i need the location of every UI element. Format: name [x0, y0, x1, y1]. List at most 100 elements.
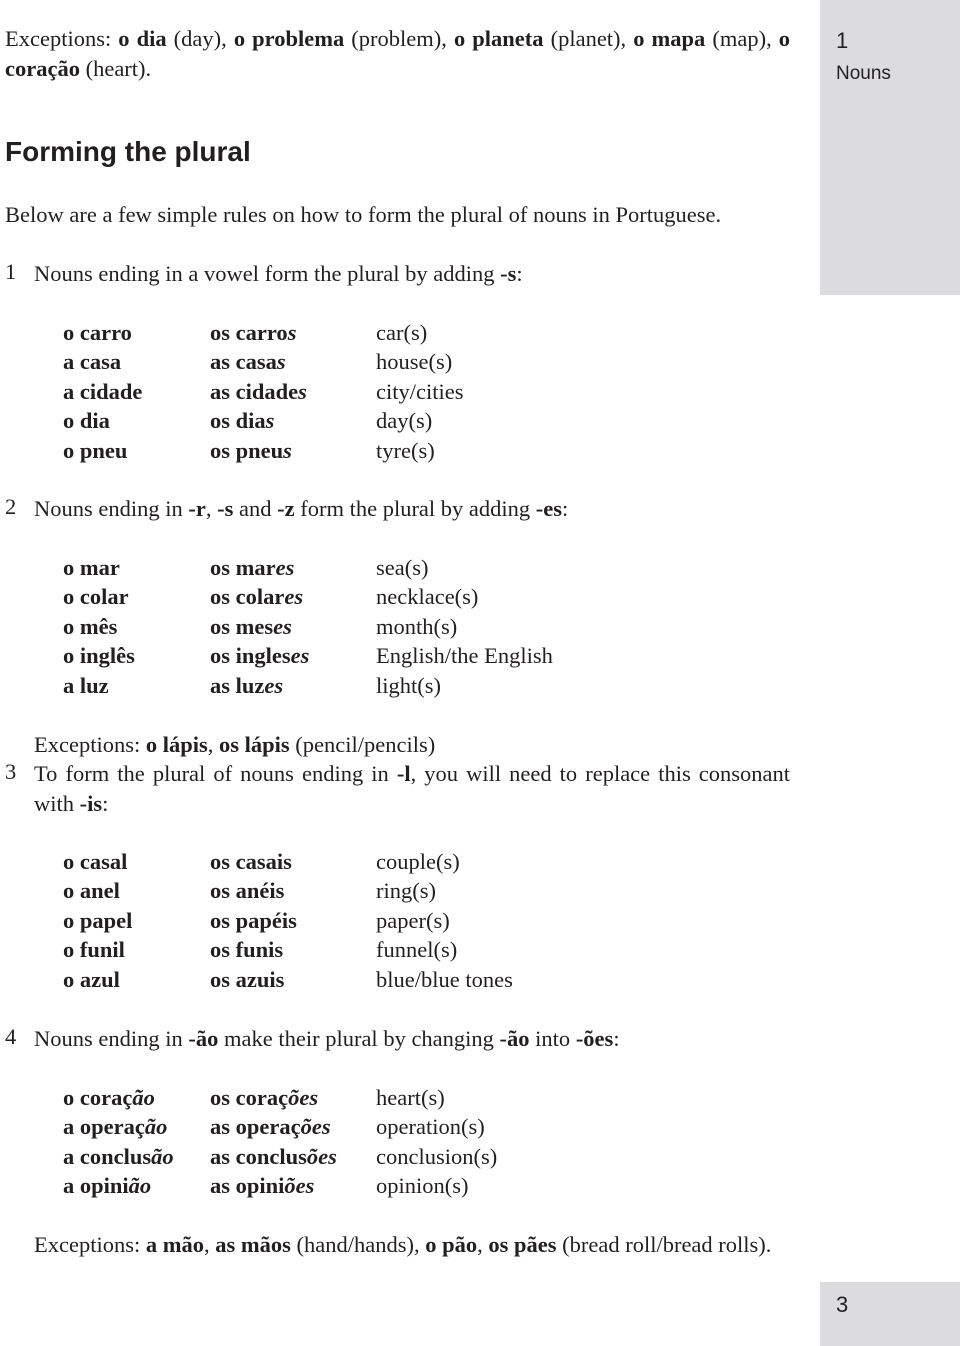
singular-form: o funil	[63, 937, 125, 963]
bold-term: o problema	[233, 26, 345, 51]
text-run: make their plural by changing	[218, 1026, 500, 1051]
text-run: Nouns ending in	[34, 496, 189, 521]
plural-form: as conclusões	[210, 1143, 337, 1169]
text-run: (heart).	[79, 55, 152, 81]
bold-term: -r	[188, 496, 206, 521]
plural-form: os mares	[210, 555, 295, 580]
table-row: a cidade as cidades city/cities	[63, 377, 463, 406]
text-run: To form the plural of nouns ending in	[34, 761, 397, 786]
table-row: o pneu os pneus tyre(s)	[63, 436, 463, 465]
chapter-name: Nouns	[836, 63, 891, 84]
bold-term: o dia	[118, 26, 167, 51]
table-row: o funil os funis funnel(s)	[63, 935, 513, 964]
plural-form: os corações	[210, 1085, 319, 1110]
plural-form: os meses	[210, 613, 292, 639]
english-translation: paper(s)	[376, 907, 450, 933]
english-translation: opinion(s)	[376, 1173, 469, 1199]
text-run: Nouns ending in	[34, 1026, 189, 1051]
plural-form: as cidades	[210, 378, 307, 404]
rule-4-text: Nouns ending in -ão make their plural by…	[34, 1024, 620, 1054]
table-row: o azul os azuis blue/blue tones	[63, 965, 513, 994]
text-run: :	[613, 1026, 620, 1051]
english-translation: ring(s)	[376, 878, 436, 904]
bold-term: o lápis	[145, 732, 208, 757]
english-translation: month(s)	[376, 613, 458, 639]
english-translation: conclusion(s)	[376, 1143, 498, 1169]
text-run: :	[562, 496, 569, 521]
text-run: (planet),	[543, 26, 634, 51]
bold-term: o planeta	[453, 26, 544, 51]
bold-term: o pão	[425, 1232, 478, 1257]
table-row: o inglês os ingleses English/the English	[63, 641, 553, 670]
table-row: o papel os papéis paper(s)	[63, 906, 513, 935]
table-row: a conclusão as conclusões conclusion(s)	[63, 1142, 497, 1171]
plural-form: os casais	[210, 849, 292, 874]
singular-form: o papel	[63, 907, 133, 933]
page-number: 3	[836, 1292, 849, 1317]
text-run: Exceptions:	[34, 1232, 146, 1257]
text-run: ,	[203, 1232, 216, 1257]
plural-form: os dias	[210, 408, 275, 434]
rule-number: 1	[5, 259, 17, 284]
plural-form: os funis	[210, 937, 284, 963]
singular-form: a casa	[63, 349, 122, 375]
rule-1-text: Nouns ending in a vowel form the plural …	[34, 259, 523, 289]
text-run: (pencil/pencils)	[289, 732, 436, 757]
rule-1-table: o carro os carros car(s) a casa as casas hous…	[63, 318, 463, 465]
english-translation: sea(s)	[376, 555, 429, 580]
chapter-number: 1	[836, 28, 849, 53]
english-translation: funnel(s)	[376, 937, 458, 963]
english-translation: tyre(s)	[376, 437, 435, 463]
rule-number: 4	[5, 1024, 17, 1049]
singular-form: o mês	[63, 613, 118, 639]
plural-form: as casas	[210, 349, 286, 375]
english-translation: blue/blue tones	[376, 966, 513, 992]
english-translation: car(s)	[376, 320, 428, 345]
rule-3-table: o casal os casais couple(s) o anel os anéis r…	[63, 847, 513, 994]
singular-form: a luz	[63, 672, 109, 698]
bold-term: -ões	[575, 1026, 614, 1051]
english-translation: English/the English	[376, 643, 553, 669]
singular-form: a opinião	[63, 1173, 152, 1199]
lead-paragraph: Below are a few simple rules on how to f…	[5, 202, 722, 227]
plural-form: as luzes	[210, 672, 284, 698]
text-run: (map),	[705, 26, 779, 51]
text-run: Exceptions:	[34, 732, 146, 757]
singular-form: o colar	[63, 584, 129, 610]
plural-form: as opiniões	[210, 1173, 315, 1199]
table-row: o coração os corações heart(s)	[63, 1083, 497, 1112]
bold-term: os pães	[488, 1232, 557, 1257]
rule-4-exceptions: Exceptions: a mão, as mãos (hand/hands),…	[34, 1230, 790, 1260]
table-row: o dia os dias day(s)	[63, 406, 463, 435]
plural-form: os pneus	[210, 437, 292, 463]
plural-form: as operações	[210, 1114, 331, 1140]
plural-form: os carros	[210, 320, 297, 345]
text-run: Nouns ending in a vowel form the plural …	[34, 261, 501, 286]
singular-form: o anel	[63, 878, 120, 904]
table-row: o mês os meses month(s)	[63, 612, 553, 641]
singular-form: o mar	[63, 555, 120, 580]
table-row: o casal os casais couple(s)	[63, 847, 513, 876]
bold-term: -ão	[188, 1026, 219, 1051]
bold-term: -is	[79, 790, 103, 816]
singular-form: o azul	[63, 966, 120, 992]
table-row: o carro os carros car(s)	[63, 318, 463, 347]
english-translation: operation(s)	[376, 1114, 485, 1140]
rule-3-text: To form the plural of nouns ending in -l…	[34, 759, 790, 818]
singular-form: o carro	[63, 320, 132, 345]
singular-form: o inglês	[63, 643, 135, 669]
bold-term: -l	[396, 761, 411, 786]
text-run: and	[233, 496, 278, 521]
text-run: form the plural by adding	[294, 496, 536, 521]
english-translation: house(s)	[376, 349, 453, 375]
rule-2-text: Nouns ending in -r, -s and -z form the p…	[34, 494, 568, 524]
english-translation: necklace(s)	[376, 584, 479, 610]
rule-2-table: o mar os mares sea(s) o colar os colares neck…	[63, 553, 553, 700]
singular-form: a cidade	[63, 378, 143, 404]
singular-form: o dia	[63, 408, 110, 434]
text-run: into	[529, 1026, 576, 1051]
table-row: a casa as casas house(s)	[63, 347, 463, 376]
text-run: (bread roll/bread rolls).	[556, 1232, 772, 1257]
text-run: (hand/hands),	[290, 1232, 426, 1257]
text-run: :	[102, 790, 109, 816]
